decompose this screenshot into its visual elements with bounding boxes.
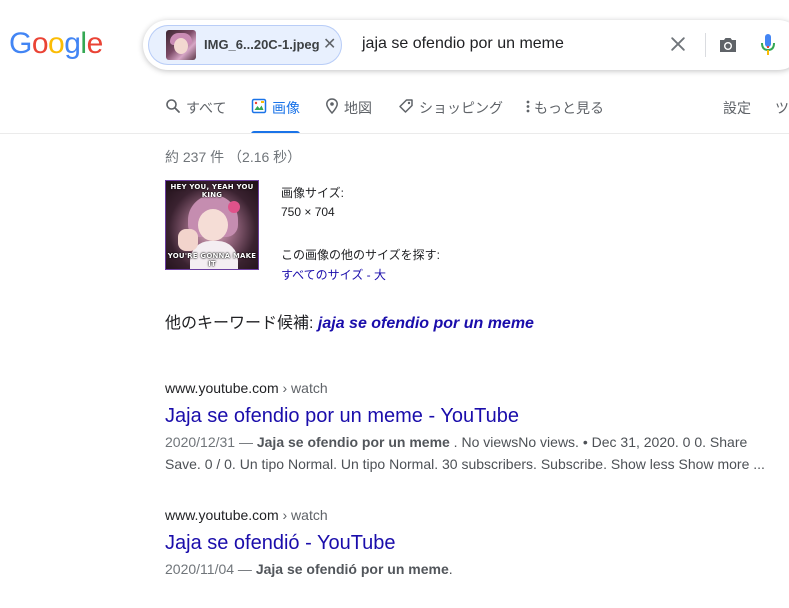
query-image-thumbnail[interactable]: HEY YOU, YEAH YOU KING YOU'RE GONNA MAKE… xyxy=(165,180,259,270)
tag-icon xyxy=(399,99,413,113)
snippet-text: Save. 0 / 0. Un tipo Normal. Un tipo Nor… xyxy=(165,456,765,472)
result-title-link[interactable]: Jaja se ofendio por un meme - YouTube xyxy=(165,403,765,429)
chip-thumbnail xyxy=(166,30,196,60)
suggestion-label: 他のキーワード候補: xyxy=(165,315,318,332)
result-url[interactable]: www.youtube.com › watch xyxy=(165,379,765,397)
keyword-suggestion: 他のキーワード候補: jaja se ofendio por un meme xyxy=(165,309,534,333)
tab-label: もっと見る xyxy=(534,100,604,116)
tab-label: ツ xyxy=(775,100,789,116)
logo-letter: G xyxy=(9,27,32,60)
search-tabs: すべて 画像 地図 ショッピング もっと見る 設定 ツ xyxy=(0,98,789,134)
image-icon xyxy=(251,98,267,114)
tab-all[interactable]: すべて xyxy=(165,98,226,134)
search-icon xyxy=(166,99,180,113)
tab-label: すべて xyxy=(186,100,227,116)
result-url[interactable]: www.youtube.com › watch xyxy=(165,506,453,524)
camera-icon[interactable] xyxy=(716,33,740,57)
tab-label: ショッピング xyxy=(419,100,503,116)
result-title-link[interactable]: Jaja se ofendió - YouTube xyxy=(165,530,453,556)
tab-shopping[interactable]: ショッピング xyxy=(398,98,503,134)
chip-filename: IMG_6...20C-1.jpeg xyxy=(204,37,320,52)
search-divider xyxy=(705,33,706,57)
tab-images[interactable]: 画像 xyxy=(251,98,300,134)
meme-caption-top: HEY YOU, YEAH YOU KING xyxy=(170,183,254,199)
result-date: 2020/12/31 — xyxy=(165,434,257,450)
result-breadcrumb: › watch xyxy=(278,507,328,523)
result-snippet: 2020/12/31 — Jaja se ofendio por un meme… xyxy=(165,431,765,475)
tab-tools[interactable]: ツ xyxy=(775,98,789,134)
result-snippet: 2020/11/04 — Jaja se ofendió por un meme… xyxy=(165,558,453,580)
result-stats: 約 237 件 （2.16 秒） xyxy=(165,149,302,165)
logo-letter: o xyxy=(48,27,65,60)
tab-label: 地図 xyxy=(344,100,372,116)
more-vert-icon xyxy=(526,100,530,113)
image-size-value: 750 × 704 xyxy=(281,205,335,219)
result-date: 2020/11/04 — xyxy=(165,561,256,577)
map-pin-icon xyxy=(326,98,338,114)
result-breadcrumb: › watch xyxy=(278,380,328,396)
search-result: www.youtube.com › watch Jaja se ofendio … xyxy=(165,379,765,475)
tab-label: 画像 xyxy=(272,100,300,116)
result-domain: www.youtube.com xyxy=(165,380,279,396)
snippet-highlight: Jaja se ofendio por un meme xyxy=(256,434,450,450)
tab-settings[interactable]: 設定 xyxy=(723,98,751,134)
snippet-highlight: Jaja se ofendió por un meme xyxy=(255,561,449,577)
all-sizes-link[interactable]: すべてのサイズ - 大 xyxy=(281,266,386,283)
tab-more[interactable]: もっと見る xyxy=(525,98,604,134)
google-logo[interactable]: Google xyxy=(9,29,103,59)
close-icon[interactable]: ✕ xyxy=(323,34,336,54)
result-domain: www.youtube.com xyxy=(165,507,279,523)
logo-letter: o xyxy=(31,27,49,60)
snippet-text: . No viewsNo views. • Dec 31, 2020. 0 0.… xyxy=(449,434,748,450)
tab-label: 設定 xyxy=(723,100,751,116)
clear-icon[interactable] xyxy=(668,34,688,54)
search-result: www.youtube.com › watch Jaja se ofendió … xyxy=(165,506,453,580)
search-input[interactable]: jaja se ofendio por un meme xyxy=(362,35,564,53)
image-chip[interactable]: IMG_6...20C-1.jpeg ✕ xyxy=(148,25,342,65)
tabs-divider xyxy=(0,133,789,134)
other-sizes-label: この画像の他のサイズを探す: xyxy=(281,248,440,262)
logo-letter: e xyxy=(86,27,104,60)
image-size-label: 画像サイズ: xyxy=(281,186,344,200)
logo-letter: g xyxy=(64,27,81,60)
tab-maps[interactable]: 地図 xyxy=(325,98,372,134)
meme-caption-bottom: YOU'RE GONNA MAKE IT xyxy=(167,252,257,268)
suggestion-link[interactable]: jaja se ofendio por un meme xyxy=(318,315,534,332)
search-box[interactable]: IMG_6...20C-1.jpeg ✕ jaja se ofendio por… xyxy=(143,20,789,70)
snippet-text: . xyxy=(448,561,453,577)
mic-icon[interactable] xyxy=(756,32,780,58)
